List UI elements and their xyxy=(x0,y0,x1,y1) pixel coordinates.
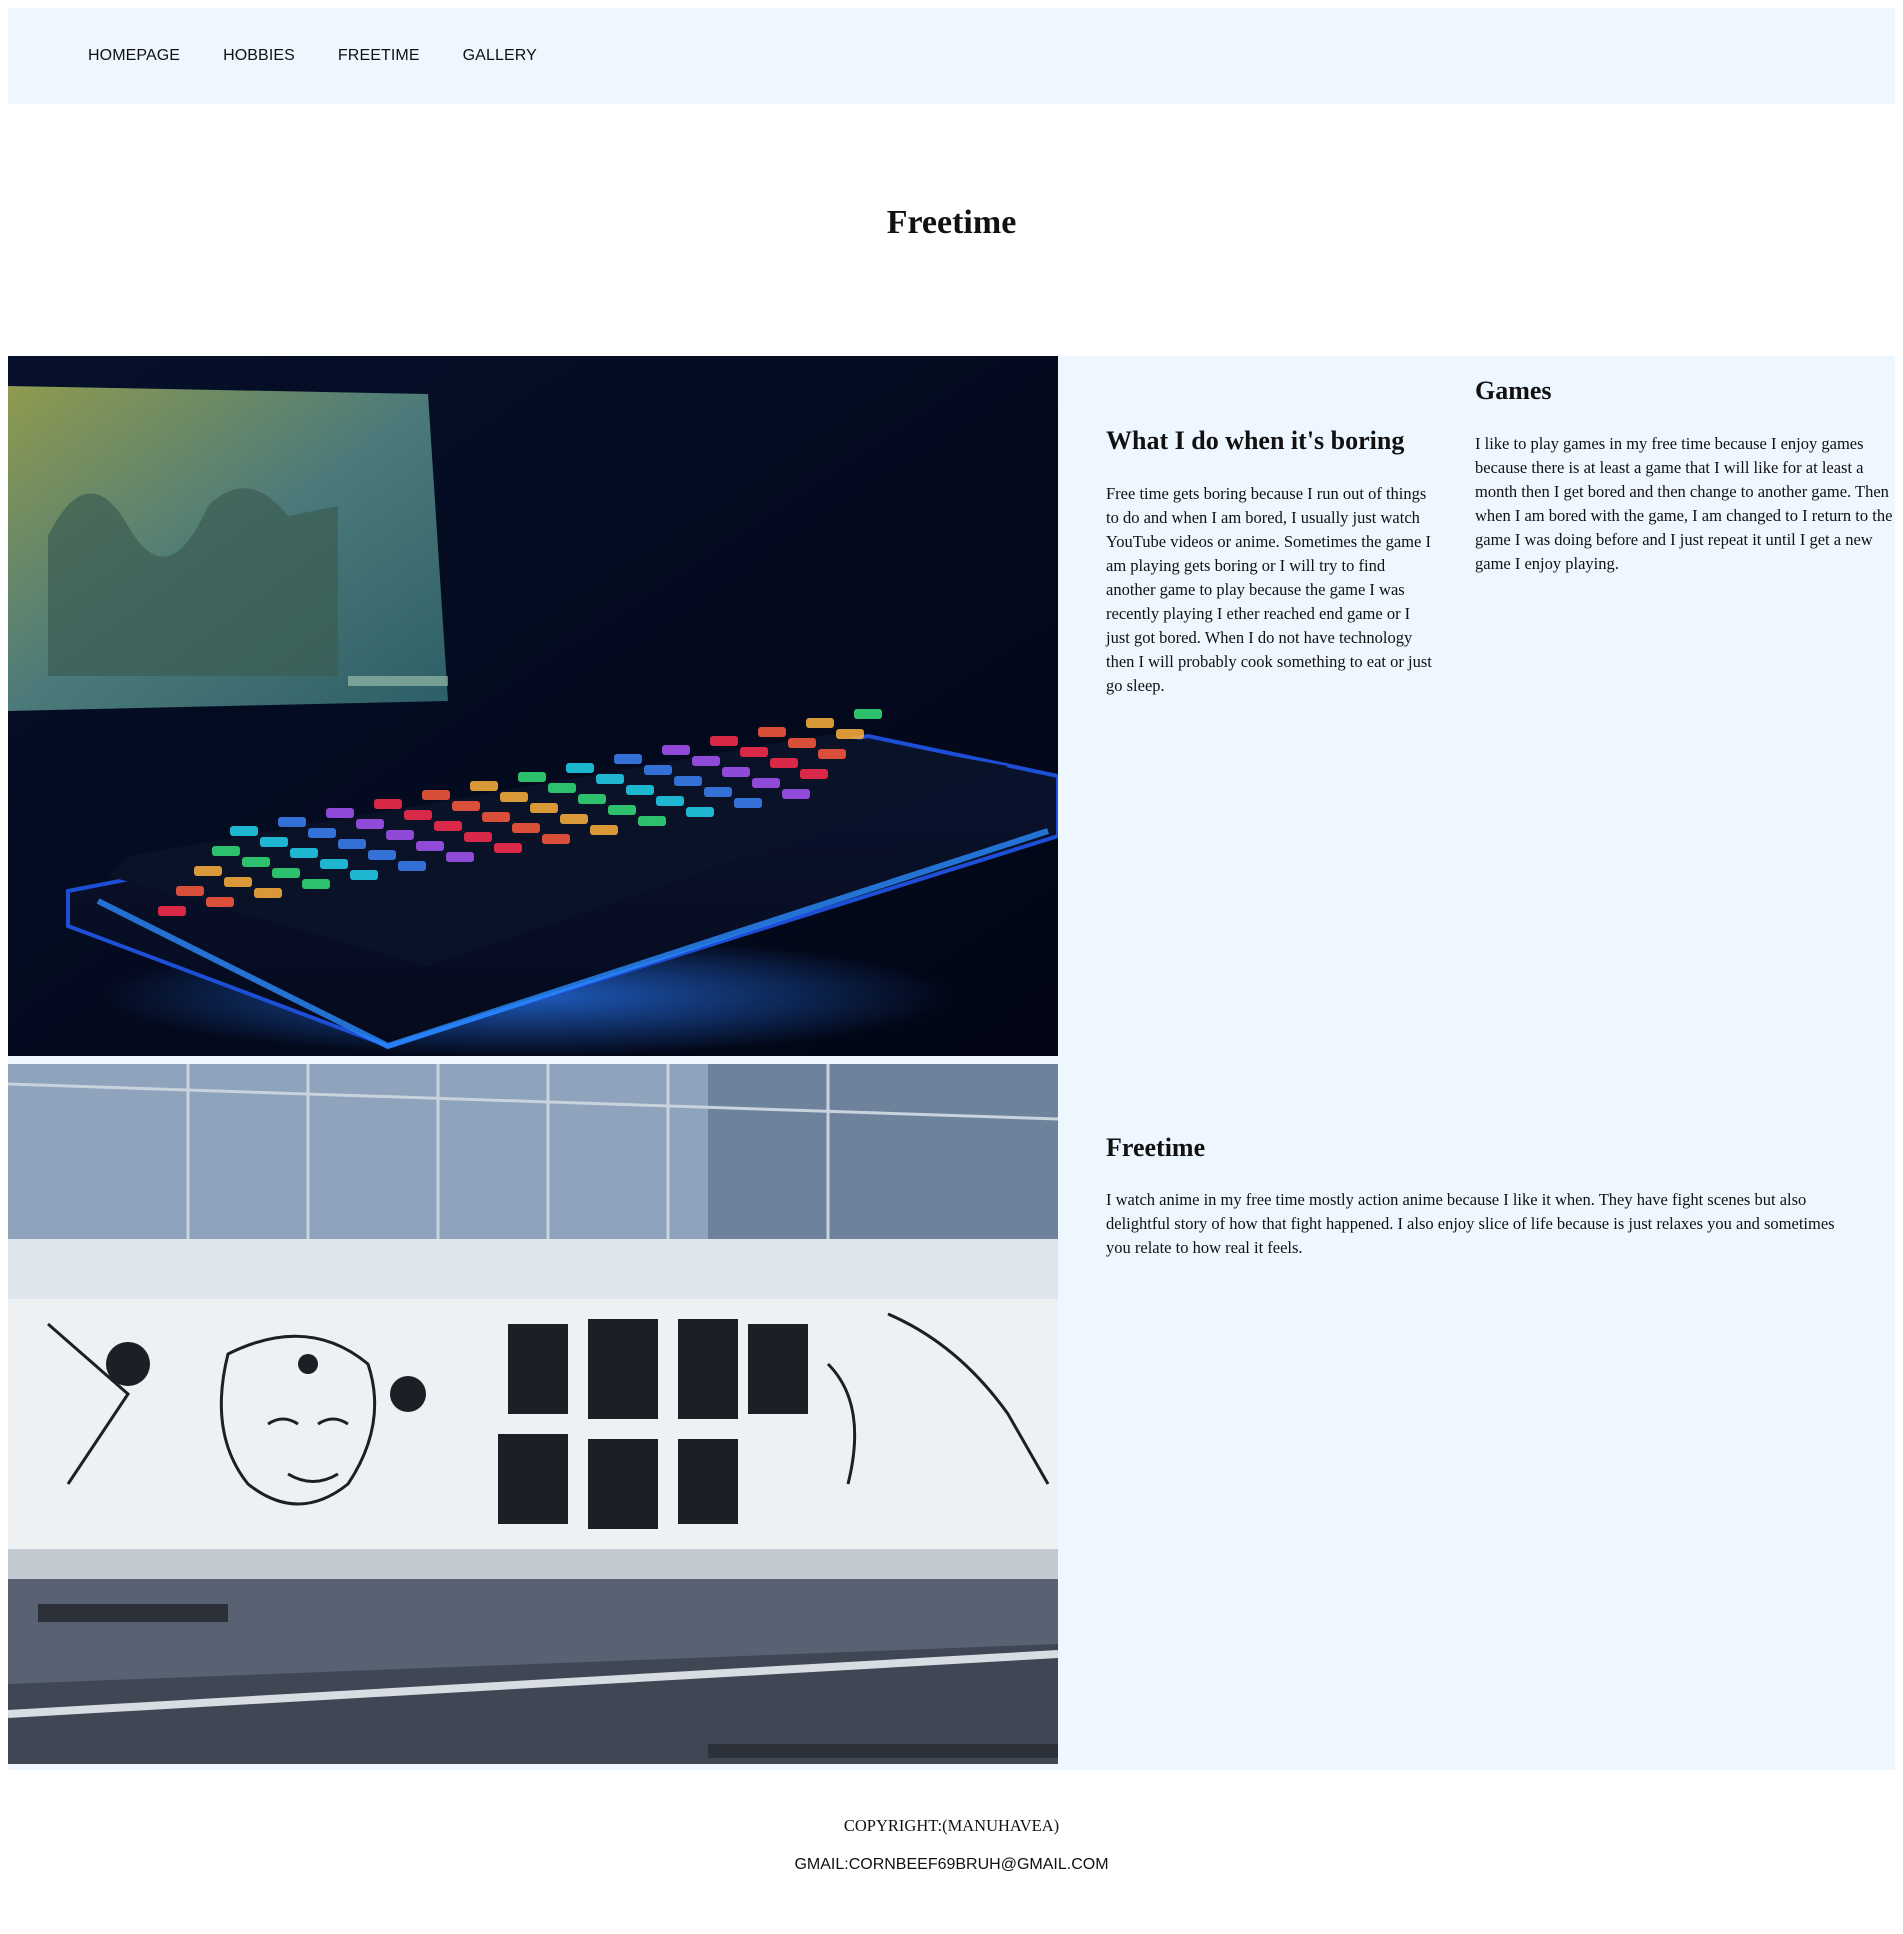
nav-item-freetime: FREETIME xyxy=(338,47,463,65)
top-navbar: HOMEPAGE HOBBIES FREETIME GALLERY xyxy=(8,8,1895,104)
page-title: Freetime xyxy=(886,204,1017,241)
nav-link-freetime[interactable]: FREETIME xyxy=(338,47,420,64)
games-heading: Games xyxy=(1475,376,1552,405)
boring-text: Free time gets boring because I run out … xyxy=(1106,484,1432,695)
footer-copyright: COPYRIGHT:(MANUHAVEA) xyxy=(843,1816,1060,1835)
gaming-keyboard-photo xyxy=(8,356,1058,1056)
nav-link-hobbies[interactable]: HOBBIES xyxy=(223,47,295,64)
footer-email: GMAIL:CORNBEEF69BRUH@GMAIL.COM xyxy=(794,1856,1109,1873)
nav-item-homepage: HOMEPAGE xyxy=(88,47,223,65)
nav-item-hobbies: HOBBIES xyxy=(223,47,338,65)
freetime-heading: Freetime xyxy=(1106,1133,1206,1162)
nav-link-homepage[interactable]: HOMEPAGE xyxy=(88,47,180,64)
nav-link-gallery[interactable]: GALLERY xyxy=(463,47,537,64)
nav-list: HOMEPAGE HOBBIES FREETIME GALLERY xyxy=(88,8,580,104)
content-section: What I do when it's boring Free time get… xyxy=(8,356,1895,1770)
anime-mural-photo xyxy=(8,1064,1058,1764)
games-text: I like to play games in my free time bec… xyxy=(1475,434,1893,573)
freetime-text: I watch anime in my free time mostly act… xyxy=(1106,1190,1835,1257)
boring-heading: What I do when it's boring xyxy=(1106,426,1405,455)
nav-item-gallery: GALLERY xyxy=(463,47,580,65)
